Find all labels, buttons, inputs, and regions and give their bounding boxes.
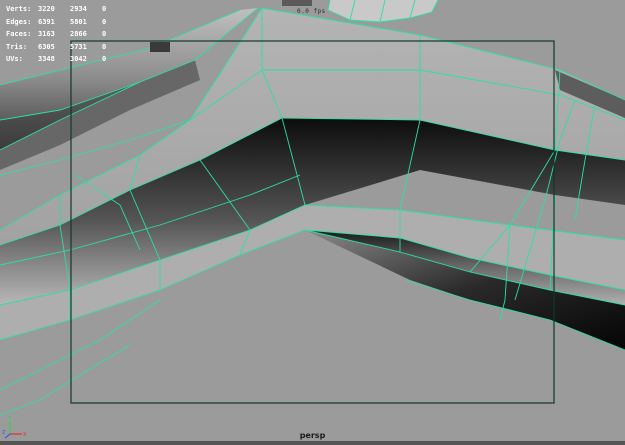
- scene-mesh-view[interactable]: [0, 0, 625, 445]
- hud-value: 0: [102, 17, 107, 26]
- hud-value: 0: [102, 5, 107, 13]
- heads-up-display-poly-count: Verts: 3220 2934 0 Edges: 6391 5801 0 Fa…: [6, 3, 120, 66]
- hud-row-edges: Edges: 6391 5801 0: [6, 16, 120, 29]
- camera-name-label: persp: [299, 431, 326, 440]
- frame-rate-readout: 0.0 fps: [297, 8, 326, 15]
- hud-value: 3042: [70, 55, 87, 63]
- hud-row-uvs: UVs: 3348 3042 0: [6, 53, 120, 66]
- hud-value: 5801: [70, 17, 87, 26]
- hud-value: 2866: [70, 30, 87, 38]
- hud-row-tris: Tris: 6305 5731 0: [6, 41, 120, 54]
- hud-value: 6305: [38, 42, 55, 51]
- hud-value: 0: [102, 55, 107, 63]
- hud-value: 3163: [38, 30, 55, 38]
- hud-value: 3220: [38, 5, 55, 13]
- hud-value: 0: [102, 30, 107, 38]
- hud-label: Edges:: [6, 17, 32, 26]
- hud-label: UVs:: [6, 55, 23, 63]
- mesh-top-cap: [282, 0, 312, 6]
- axis-y-label: Y: [7, 416, 12, 422]
- hud-value: 5731: [70, 42, 87, 51]
- viewport-bottom-border: [0, 441, 625, 445]
- hud-label: Faces:: [6, 30, 32, 38]
- hud-value: 6391: [38, 17, 55, 26]
- viewport-persp[interactable]: Verts: 3220 2934 0 Edges: 6391 5801 0 Fa…: [0, 0, 625, 445]
- mesh-top-right-piece: [328, 0, 438, 22]
- mesh-small-block: [150, 42, 170, 52]
- hud-label: Tris:: [6, 42, 28, 51]
- hud-label: Verts:: [6, 5, 32, 13]
- hud-row-verts: Verts: 3220 2934 0: [6, 3, 120, 16]
- hud-row-faces: Faces: 3163 2866 0: [6, 28, 120, 41]
- hud-value: 0: [102, 42, 107, 51]
- hud-value: 2934: [70, 5, 87, 13]
- hud-value: 3348: [38, 55, 55, 63]
